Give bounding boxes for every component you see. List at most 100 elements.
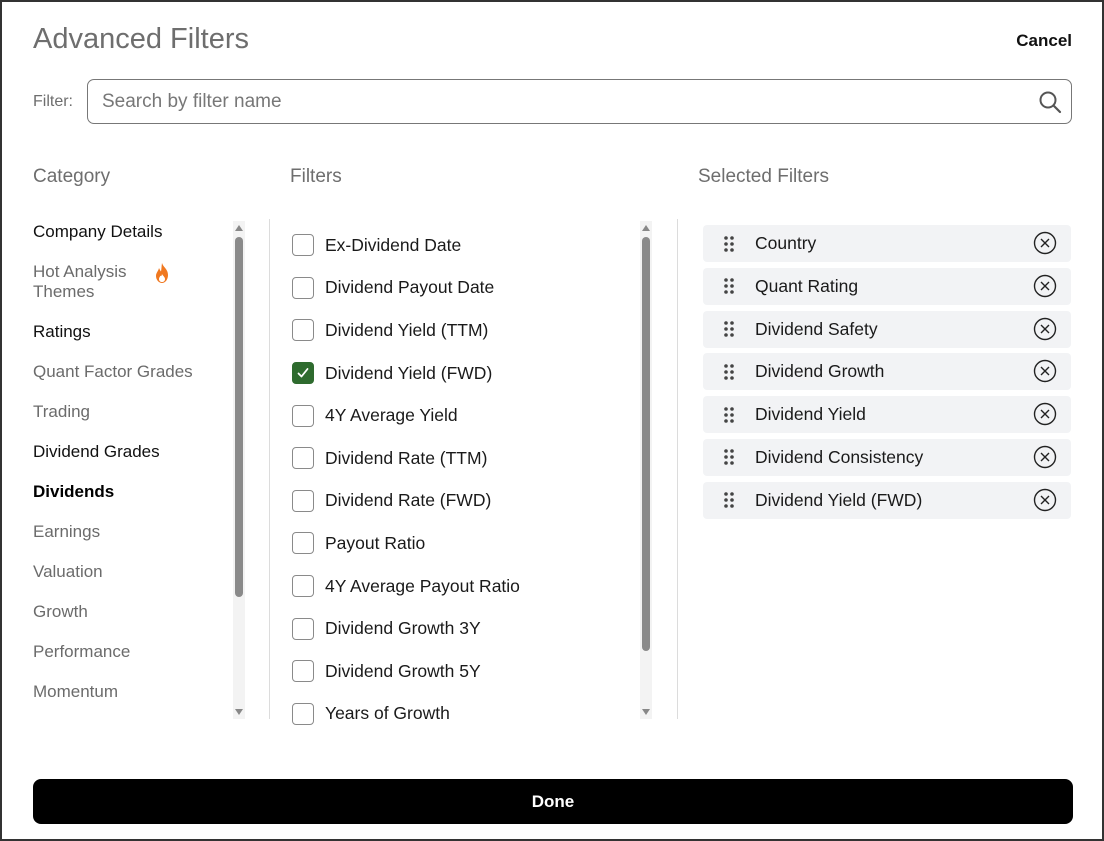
filter-option[interactable]: Years of Growth xyxy=(292,693,632,736)
filter-label: Payout Ratio xyxy=(325,532,426,553)
search-icon[interactable] xyxy=(1038,90,1062,114)
category-valuation[interactable]: Valuation xyxy=(33,562,233,582)
filter-label: Filter: xyxy=(33,93,73,110)
filter-checkbox[interactable] xyxy=(292,702,314,725)
column-divider xyxy=(269,219,270,719)
category-growth[interactable]: Growth xyxy=(33,602,233,622)
filter-label: Dividend Growth 5Y xyxy=(325,660,481,681)
scroll-up-arrow-icon[interactable] xyxy=(642,225,650,231)
filter-option[interactable]: 4Y Average Payout Ratio xyxy=(292,565,632,608)
selected-filter-chip[interactable]: Dividend Growth xyxy=(703,353,1071,391)
selected-filters-heading: Selected Filters xyxy=(698,166,829,187)
remove-circle-x-icon[interactable] xyxy=(1033,488,1057,512)
search-input[interactable] xyxy=(102,88,1022,116)
filter-option[interactable]: Payout Ratio xyxy=(292,522,632,565)
advanced-filters-modal: Advanced Filters Cancel Filter: Category… xyxy=(0,0,1104,841)
category-momentum[interactable]: Momentum xyxy=(33,682,233,702)
category-ratings[interactable]: Ratings xyxy=(33,322,233,342)
category-hot-analysis-themes[interactable]: Hot Analysis Themes xyxy=(33,262,233,302)
selected-filter-label: Quant Rating xyxy=(755,275,859,296)
drag-handle-icon[interactable] xyxy=(723,235,735,253)
filter-label: Dividend Growth 3Y xyxy=(325,618,481,639)
filter-checkbox[interactable] xyxy=(292,660,314,683)
category-trading[interactable]: Trading xyxy=(33,402,233,422)
selected-filter-chip[interactable]: Country xyxy=(703,225,1071,262)
filter-option[interactable]: Ex-Dividend Date xyxy=(292,224,632,267)
selected-filter-label: Dividend Yield (FWD) xyxy=(755,489,923,510)
filter-checkbox[interactable] xyxy=(292,532,314,555)
category-dividend-grades[interactable]: Dividend Grades xyxy=(33,442,233,462)
scroll-down-arrow-icon[interactable] xyxy=(235,709,243,715)
remove-circle-x-icon[interactable] xyxy=(1033,359,1057,383)
selected-filter-chip[interactable]: Dividend Yield (FWD) xyxy=(703,481,1071,519)
filter-label: Dividend Yield (TTM) xyxy=(325,319,489,340)
category-earnings[interactable]: Earnings xyxy=(33,522,233,542)
category-quant-factor-grades[interactable]: Quant Factor Grades xyxy=(33,362,233,382)
selected-filter-label: Dividend Consistency xyxy=(755,446,924,467)
filter-checkbox[interactable] xyxy=(292,234,314,257)
selected-filter-label: Dividend Growth xyxy=(755,361,885,382)
remove-circle-x-icon[interactable] xyxy=(1033,317,1057,341)
drag-handle-icon[interactable] xyxy=(723,277,735,295)
scroll-down-arrow-icon[interactable] xyxy=(642,709,650,715)
filter-checkbox[interactable] xyxy=(292,276,314,299)
category-scrollbar[interactable] xyxy=(233,221,245,719)
filter-checkbox-checked[interactable] xyxy=(292,362,314,385)
remove-circle-x-icon[interactable] xyxy=(1033,445,1057,469)
category-company-details[interactable]: Company Details xyxy=(33,222,233,242)
filter-option[interactable]: Dividend Payout Date xyxy=(292,267,632,310)
flame-icon xyxy=(156,263,168,283)
filter-checkbox[interactable] xyxy=(292,404,314,427)
selected-filters-list: Country Quant Rating Dividend Safety Div… xyxy=(703,225,1071,525)
filters-heading: Filters xyxy=(290,166,342,187)
filters-scrollbar[interactable] xyxy=(640,221,652,719)
category-label: Hot Analysis Themes xyxy=(33,262,127,301)
filter-label: 4Y Average Yield xyxy=(325,405,458,426)
remove-circle-x-icon[interactable] xyxy=(1033,274,1057,298)
filter-checkbox[interactable] xyxy=(292,575,314,598)
remove-circle-x-icon[interactable] xyxy=(1033,231,1057,255)
filter-checkbox[interactable] xyxy=(292,447,314,470)
drag-handle-icon[interactable] xyxy=(723,363,735,381)
category-performance[interactable]: Performance xyxy=(33,642,233,662)
scroll-up-arrow-icon[interactable] xyxy=(235,225,243,231)
filter-checkbox[interactable] xyxy=(292,489,314,512)
selected-filter-chip[interactable]: Quant Rating xyxy=(703,267,1071,305)
filter-option[interactable]: Dividend Rate (TTM) xyxy=(292,437,632,480)
checkmark-icon xyxy=(297,368,309,378)
filter-label: Dividend Rate (FWD) xyxy=(325,490,492,511)
filters-scrollbar-thumb[interactable] xyxy=(642,237,650,651)
category-list: Company Details Hot Analysis Themes Rati… xyxy=(33,222,233,722)
filter-checkbox[interactable] xyxy=(292,617,314,640)
filter-option[interactable]: Dividend Rate (FWD) xyxy=(292,480,632,523)
selected-filter-label: Country xyxy=(755,233,817,253)
drag-handle-icon[interactable] xyxy=(723,320,735,338)
cancel-button[interactable]: Cancel xyxy=(1016,31,1072,51)
filter-label: Dividend Yield (FWD) xyxy=(325,362,493,383)
category-heading: Category xyxy=(33,166,111,187)
filter-option[interactable]: Dividend Yield (FWD) xyxy=(292,352,632,395)
selected-filter-chip[interactable]: Dividend Yield xyxy=(703,396,1071,434)
filter-option[interactable]: Dividend Growth 5Y xyxy=(292,650,632,693)
search-field[interactable] xyxy=(87,79,1072,124)
remove-circle-x-icon[interactable] xyxy=(1033,402,1057,426)
category-dividends[interactable]: Dividends xyxy=(33,482,233,502)
filter-option[interactable]: Dividend Growth 3Y xyxy=(292,607,632,650)
modal-title: Advanced Filters xyxy=(33,23,249,55)
selected-filter-chip[interactable]: Dividend Consistency xyxy=(703,438,1071,476)
selected-filter-label: Dividend Safety xyxy=(755,318,878,339)
filter-option[interactable]: 4Y Average Yield xyxy=(292,394,632,437)
filter-label: 4Y Average Payout Ratio xyxy=(325,575,520,596)
filter-checkbox[interactable] xyxy=(292,319,314,342)
drag-handle-icon[interactable] xyxy=(723,448,735,466)
column-divider xyxy=(677,219,678,719)
filter-option[interactable]: Dividend Yield (TTM) xyxy=(292,309,632,352)
drag-handle-icon[interactable] xyxy=(723,491,735,509)
selected-filter-chip[interactable]: Dividend Safety xyxy=(703,310,1071,348)
selected-filter-label: Dividend Yield xyxy=(755,404,866,425)
category-scrollbar-thumb[interactable] xyxy=(235,237,243,597)
filter-label: Dividend Rate (TTM) xyxy=(325,447,488,468)
drag-handle-icon[interactable] xyxy=(723,406,735,424)
done-button[interactable]: Done xyxy=(33,779,1073,824)
filters-list: Ex-Dividend Date Dividend Payout Date Di… xyxy=(292,224,632,735)
